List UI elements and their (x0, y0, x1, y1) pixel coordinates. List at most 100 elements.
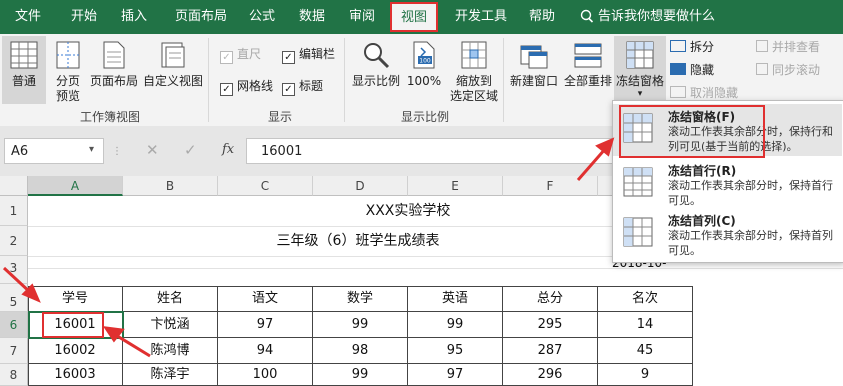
zoom-button[interactable]: 显示比例 (350, 36, 402, 106)
table-cell-math[interactable]: 99 (313, 312, 408, 338)
table-header-rank[interactable]: 名次 (598, 286, 693, 312)
column-header-e[interactable]: E (408, 176, 503, 196)
page-layout-view-button[interactable]: 页面布局 (88, 36, 140, 106)
side-by-side-icon (756, 40, 768, 52)
table-cell-math[interactable]: 98 (313, 338, 408, 364)
table-cell-math[interactable]: 99 (313, 364, 408, 386)
page-break-preview-button[interactable]: 分页 预览 (48, 36, 88, 106)
tab-file[interactable]: 文件 (6, 0, 50, 34)
page-break-label-1: 分页 (55, 74, 80, 88)
select-all-corner[interactable] (0, 176, 28, 196)
name-box-value: A6 (11, 144, 29, 159)
normal-view-icon (10, 41, 38, 69)
tab-page-layout[interactable]: 页面布局 (166, 0, 236, 34)
tab-data[interactable]: 数据 (290, 0, 334, 34)
normal-view-label: 普通 (11, 74, 36, 88)
custom-view-button[interactable]: 自定义视图 (140, 36, 206, 106)
unhide-button[interactable]: 取消隐藏 (670, 86, 738, 101)
group-label-workbook-views: 工作簿视图 (79, 110, 140, 124)
table-header-id[interactable]: 学号 (28, 286, 123, 312)
table-cell-rank[interactable]: 9 (598, 364, 693, 386)
column-header-a[interactable]: A (28, 176, 123, 196)
arrange-all-button[interactable]: 全部重排 (563, 36, 613, 106)
row-header-7[interactable]: 7 (0, 338, 28, 364)
row-header-6[interactable]: 6 (0, 312, 28, 338)
table-cell-id[interactable]: 16002 (28, 338, 123, 364)
table-cell-total[interactable]: 296 (503, 364, 598, 386)
freeze-top-row-title: 冻结首行(R) (668, 164, 737, 178)
tab-developer[interactable]: 开发工具 (446, 0, 516, 34)
tab-review[interactable]: 审阅 (340, 0, 384, 34)
row-header-5[interactable]: 5 (0, 284, 28, 312)
table-header-math[interactable]: 数学 (313, 286, 408, 312)
column-header-b[interactable]: B (123, 176, 218, 196)
table-cell-rank[interactable]: 45 (598, 338, 693, 364)
tab-insert[interactable]: 插入 (112, 0, 156, 34)
table-cell-name[interactable]: 陈泽宇 (123, 364, 218, 386)
ribbon-separator (344, 38, 345, 122)
sync-scroll-label: 同步滚动 (772, 63, 821, 77)
sheet-title-class[interactable]: 三年级（6）班学生成绩表 (123, 226, 593, 256)
zoom-selection-icon (461, 41, 487, 69)
svg-text:100: 100 (419, 58, 431, 65)
tab-formulas[interactable]: 公式 (240, 0, 284, 34)
sheet-title-school[interactable]: XXX实验学校 (123, 196, 693, 226)
table-cell-total[interactable]: 295 (503, 312, 598, 338)
side-by-side-button[interactable]: 并排查看 (756, 40, 820, 55)
table-cell-total[interactable]: 287 (503, 338, 598, 364)
split-button[interactable]: 拆分 (670, 40, 714, 55)
freeze-panes-button[interactable]: 冻结窗格 ▾ (614, 36, 666, 102)
headings-checkbox[interactable]: ✓ 标题 (282, 79, 323, 96)
annotation-box-a6 (42, 312, 104, 338)
sync-scroll-button[interactable]: 同步滚动 (756, 63, 820, 78)
table-cell-chinese[interactable]: 100 (218, 364, 313, 386)
new-window-button[interactable]: 新建窗口 (506, 36, 562, 106)
tab-home[interactable]: 开始 (62, 0, 106, 34)
ribbon-separator (208, 38, 209, 122)
row-header-3[interactable]: 3 (0, 256, 28, 284)
table-cell-rank[interactable]: 14 (598, 312, 693, 338)
tab-view[interactable]: 视图 (390, 2, 438, 32)
table-cell-english[interactable]: 97 (408, 364, 503, 386)
table-cell-english[interactable]: 95 (408, 338, 503, 364)
column-header-d[interactable]: D (313, 176, 408, 196)
lightbulb-icon (580, 0, 594, 34)
table-header-english[interactable]: 英语 (408, 286, 503, 312)
table-header-total[interactable]: 总分 (503, 286, 598, 312)
table-cell-chinese[interactable]: 94 (218, 338, 313, 364)
ruler-label: 直尺 (237, 47, 262, 61)
normal-view-button[interactable]: 普通 (2, 36, 46, 104)
zoom-to-selection-button[interactable]: 缩放到 选定区域 (446, 36, 502, 106)
zoom-100-button[interactable]: 100 100% (404, 36, 444, 106)
ruler-checkbox[interactable]: ✓ 直尺 (220, 47, 261, 64)
enter-icon[interactable]: ✓ (184, 141, 197, 159)
column-header-f[interactable]: F (503, 176, 598, 196)
page-break-icon (56, 41, 80, 69)
menu-bar: 文件 开始 插入 页面布局 公式 数据 审阅 视图 开发工具 帮助 告诉我你想要… (0, 0, 843, 34)
table-cell-chinese[interactable]: 97 (218, 312, 313, 338)
table-cell-id[interactable]: 16003 (28, 364, 123, 386)
row-header-8[interactable]: 8 (0, 364, 28, 386)
cancel-icon[interactable]: ✕ (146, 141, 159, 159)
formula-bar-checkbox[interactable]: ✓ 编辑栏 (282, 47, 335, 64)
zoom-selection-label-2: 选定区域 (449, 89, 498, 103)
column-header-c[interactable]: C (218, 176, 313, 196)
gridlines-checkbox[interactable]: ✓ 网格线 (220, 79, 273, 96)
table-cell-name[interactable]: 陈鸿博 (123, 338, 218, 364)
insert-function-button[interactable]: fx (222, 142, 234, 157)
checkbox-checked-icon: ✓ (282, 51, 295, 64)
page-layout-label: 页面布局 (89, 74, 138, 88)
group-label-show: 显示 (267, 110, 292, 124)
row-header-1[interactable]: 1 (0, 196, 28, 226)
tab-help[interactable]: 帮助 (520, 0, 564, 34)
table-cell-name[interactable]: 卞悦涵 (123, 312, 218, 338)
hide-button[interactable]: 隐藏 (670, 63, 714, 78)
sync-scroll-icon (756, 63, 768, 75)
row-header-2[interactable]: 2 (0, 226, 28, 256)
table-cell-english[interactable]: 99 (408, 312, 503, 338)
table-header-chinese[interactable]: 语文 (218, 286, 313, 312)
name-box[interactable]: A6 ▾ (4, 138, 104, 164)
table-header-name[interactable]: 姓名 (123, 286, 218, 312)
tell-me-search[interactable]: 告诉我你想要做什么 (598, 0, 718, 34)
freeze-top-row-desc: 滚动工作表其余部分时，保持首行可见。 (668, 179, 833, 207)
